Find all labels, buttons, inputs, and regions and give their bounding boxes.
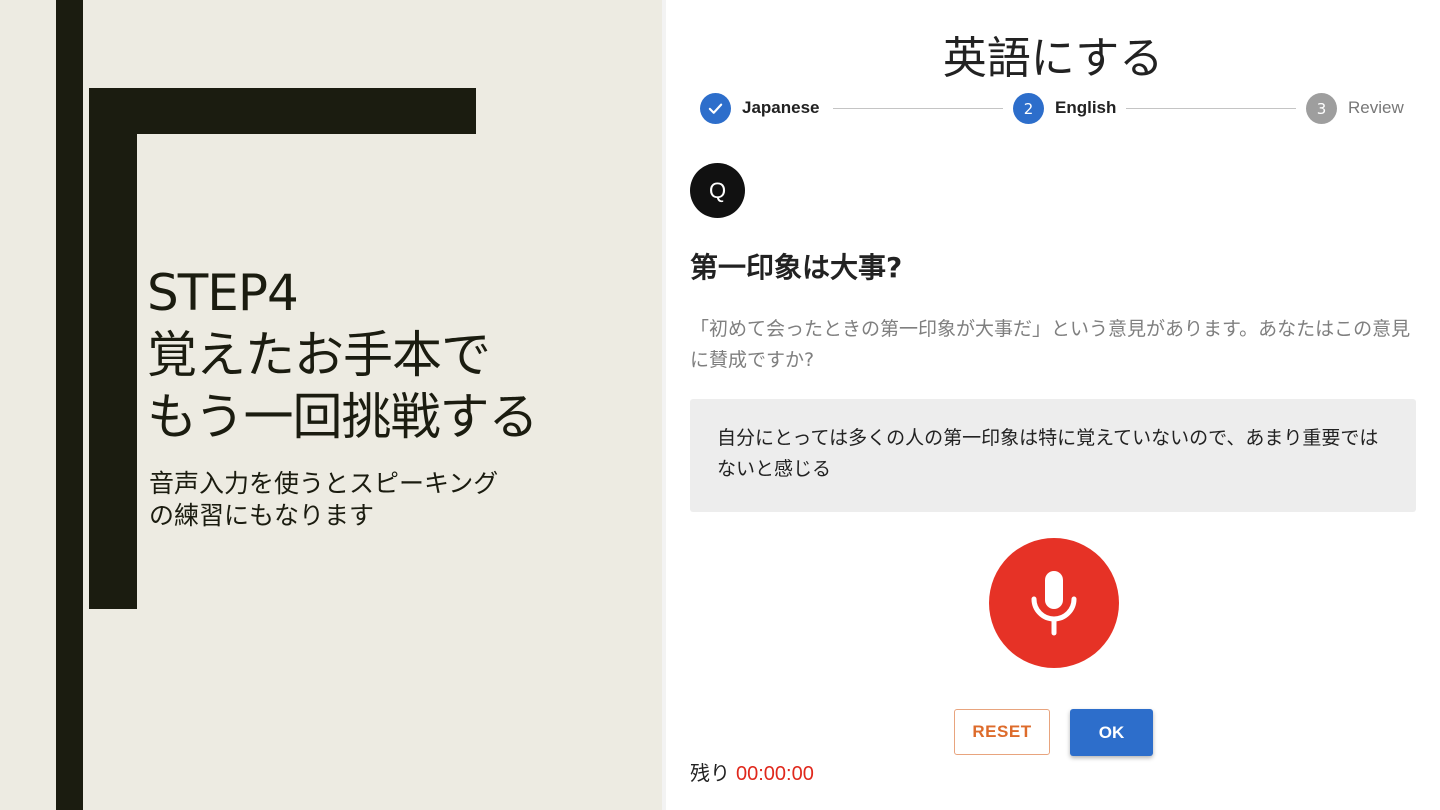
question-title: 第一印象は大事? <box>690 251 903 284</box>
answer-text: 自分にとっては多くの人の第一印象は特に覚えていないので、あまり重要ではないと感じ… <box>717 427 1379 480</box>
reset-button[interactable]: RESET <box>954 709 1050 755</box>
slide-subtitle: 音声入力を使うとスピーキングの練習にもなります <box>149 469 499 530</box>
slide-title-line: 覚えたお手本で <box>147 326 491 384</box>
slide-title: STEP4 覚えたお手本で もう一回挑戦する <box>147 262 538 448</box>
microphone-button[interactable] <box>989 538 1119 668</box>
step-label-review: Review <box>1348 98 1404 117</box>
timer-label: 残り <box>690 761 730 785</box>
slide-vertical-bar <box>56 0 83 810</box>
step-connector <box>1126 108 1296 109</box>
slide-title-line: STEP4 <box>147 264 299 322</box>
ok-button[interactable]: OK <box>1070 709 1153 756</box>
step-number-review: 3 <box>1306 93 1337 124</box>
check-icon <box>708 103 723 114</box>
presentation-slide: STEP4 覚えたお手本で もう一回挑戦する 音声入力を使うとスピーキングの練習… <box>0 0 662 810</box>
step-completed-marker <box>700 93 731 124</box>
slide-frame-left <box>89 88 137 609</box>
question-prompt: 「初めて会ったときの第一印象が大事だ」という意見があります。あなたはこの意見に賛… <box>690 318 1411 371</box>
microphone-icon <box>1031 571 1077 636</box>
slide-frame-top <box>89 88 476 134</box>
step-label-japanese: Japanese <box>742 98 820 117</box>
app-panel: 英語にする Japanese 2 English 3 Review Q 第一印象… <box>666 0 1440 810</box>
answer-box[interactable]: 自分にとっては多くの人の第一印象は特に覚えていないので、あまり重要ではないと感じ… <box>690 399 1416 512</box>
remaining-timer: 残り 00:00:00 <box>690 757 814 786</box>
step-connector <box>833 108 1003 109</box>
step-number-english: 2 <box>1013 93 1044 124</box>
timer-value: 00:00:00 <box>736 763 814 785</box>
slide-title-line: もう一回挑戦する <box>147 388 538 446</box>
step-label-english: English <box>1055 98 1117 117</box>
page-title: 英語にする <box>942 33 1164 84</box>
stepper: Japanese 2 English 3 Review <box>666 93 1440 125</box>
question-avatar: Q <box>690 163 745 218</box>
